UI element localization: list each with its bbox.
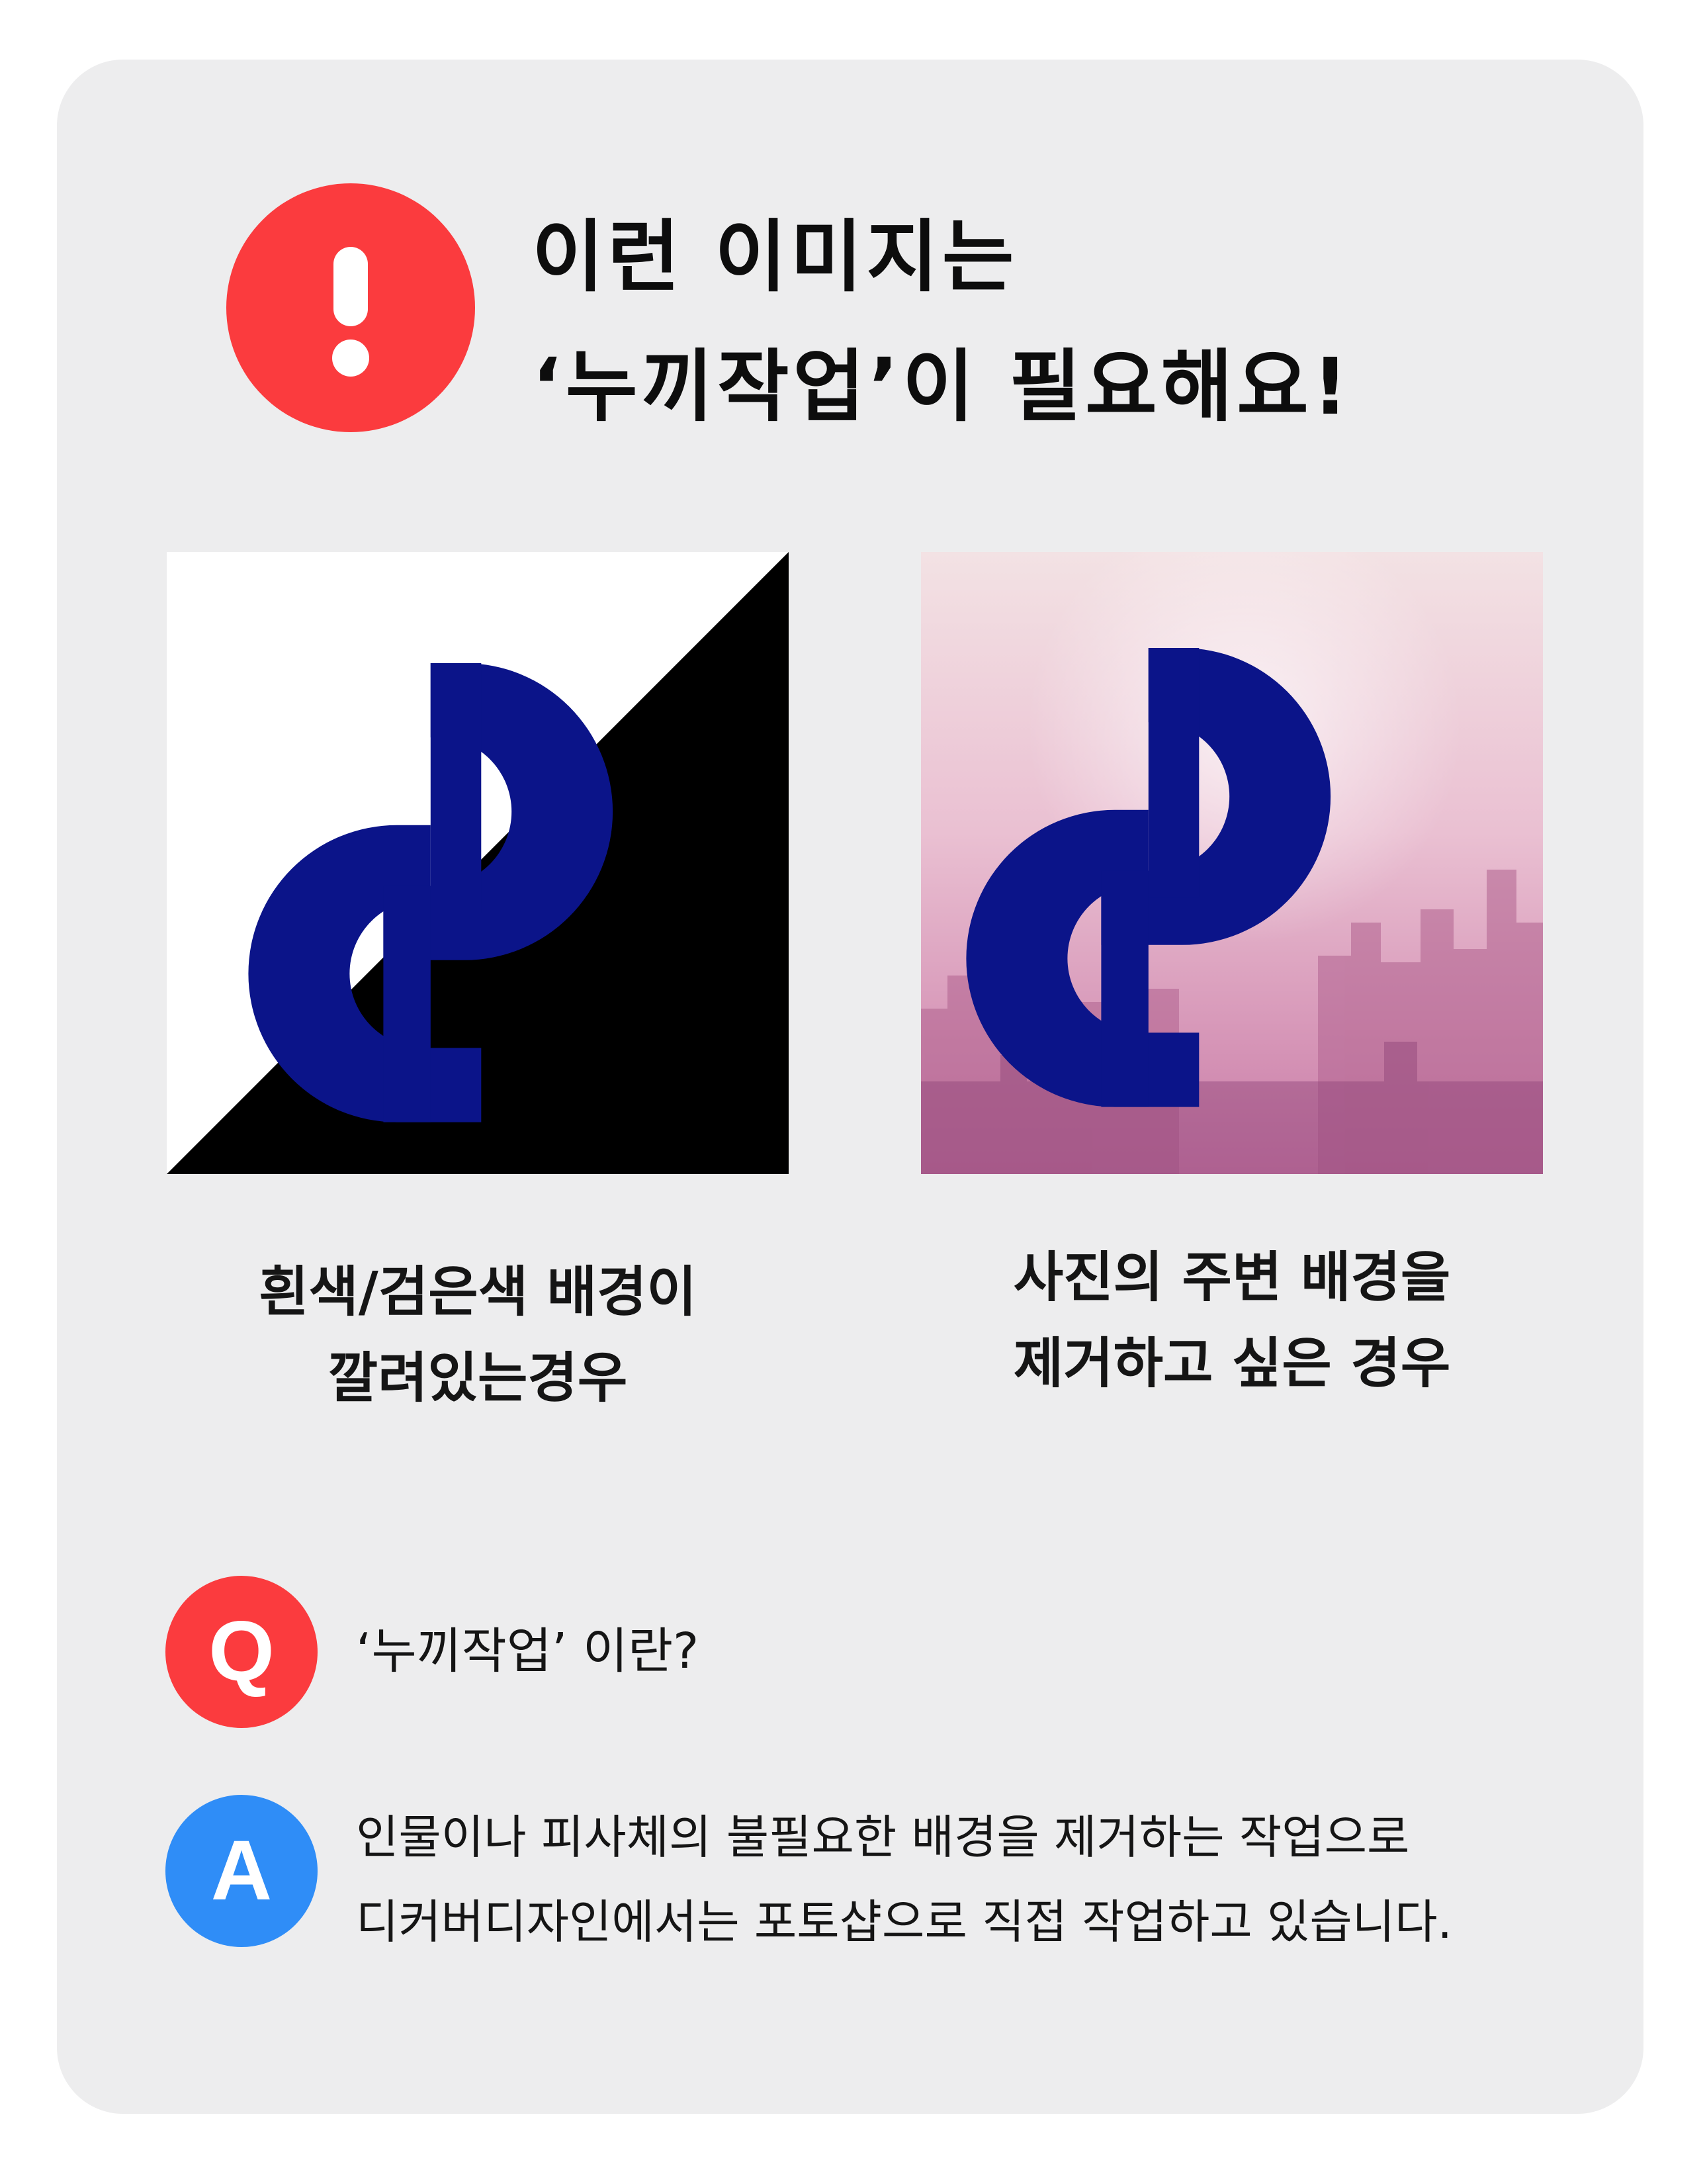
caption-line-2: 깔려있는경우 <box>328 1347 628 1410</box>
caption-line-1: 흰색/검은색 배경이 <box>258 1261 697 1324</box>
headline: 이런 이미지는 ‘누끼작업’이 필요해요! <box>532 192 1564 451</box>
answer-text: 인물이나 피사체의 불필요한 배경을 제거하는 작업으로 디커버디자인에서는 포… <box>356 1795 1452 1964</box>
example-caption-split-background: 흰색/검은색 배경이 깔려있는경우 <box>147 1250 809 1422</box>
example-image-photo-background <box>921 552 1543 1174</box>
exclamation-bar <box>333 247 368 326</box>
answer-line-2: 디커버디자인에서는 포토샵으로 직접 작업하고 있습니다. <box>356 1895 1452 1949</box>
exclamation-dot <box>332 340 369 377</box>
question-text: ‘누끼작업’ 이란? <box>356 1623 699 1680</box>
example-image-split-background <box>167 552 789 1174</box>
example-caption-photo-background: 사진의 주변 배경을 제거하고 싶은 경우 <box>901 1235 1563 1407</box>
answer-line-1: 인물이나 피사체의 불필요한 배경을 제거하는 작업으로 <box>356 1810 1410 1864</box>
caption-line-1: 사진의 주변 배경을 <box>1013 1246 1451 1309</box>
exclamation-icon <box>226 183 475 432</box>
answer-badge: A <box>165 1795 318 1947</box>
headline-line-2: ‘누끼작업’이 필요해요! <box>532 341 1352 432</box>
caption-line-2: 제거하고 싶은 경우 <box>1013 1332 1451 1395</box>
question-badge: Q <box>165 1576 318 1728</box>
headline-line-1: 이런 이미지는 <box>532 211 1018 302</box>
